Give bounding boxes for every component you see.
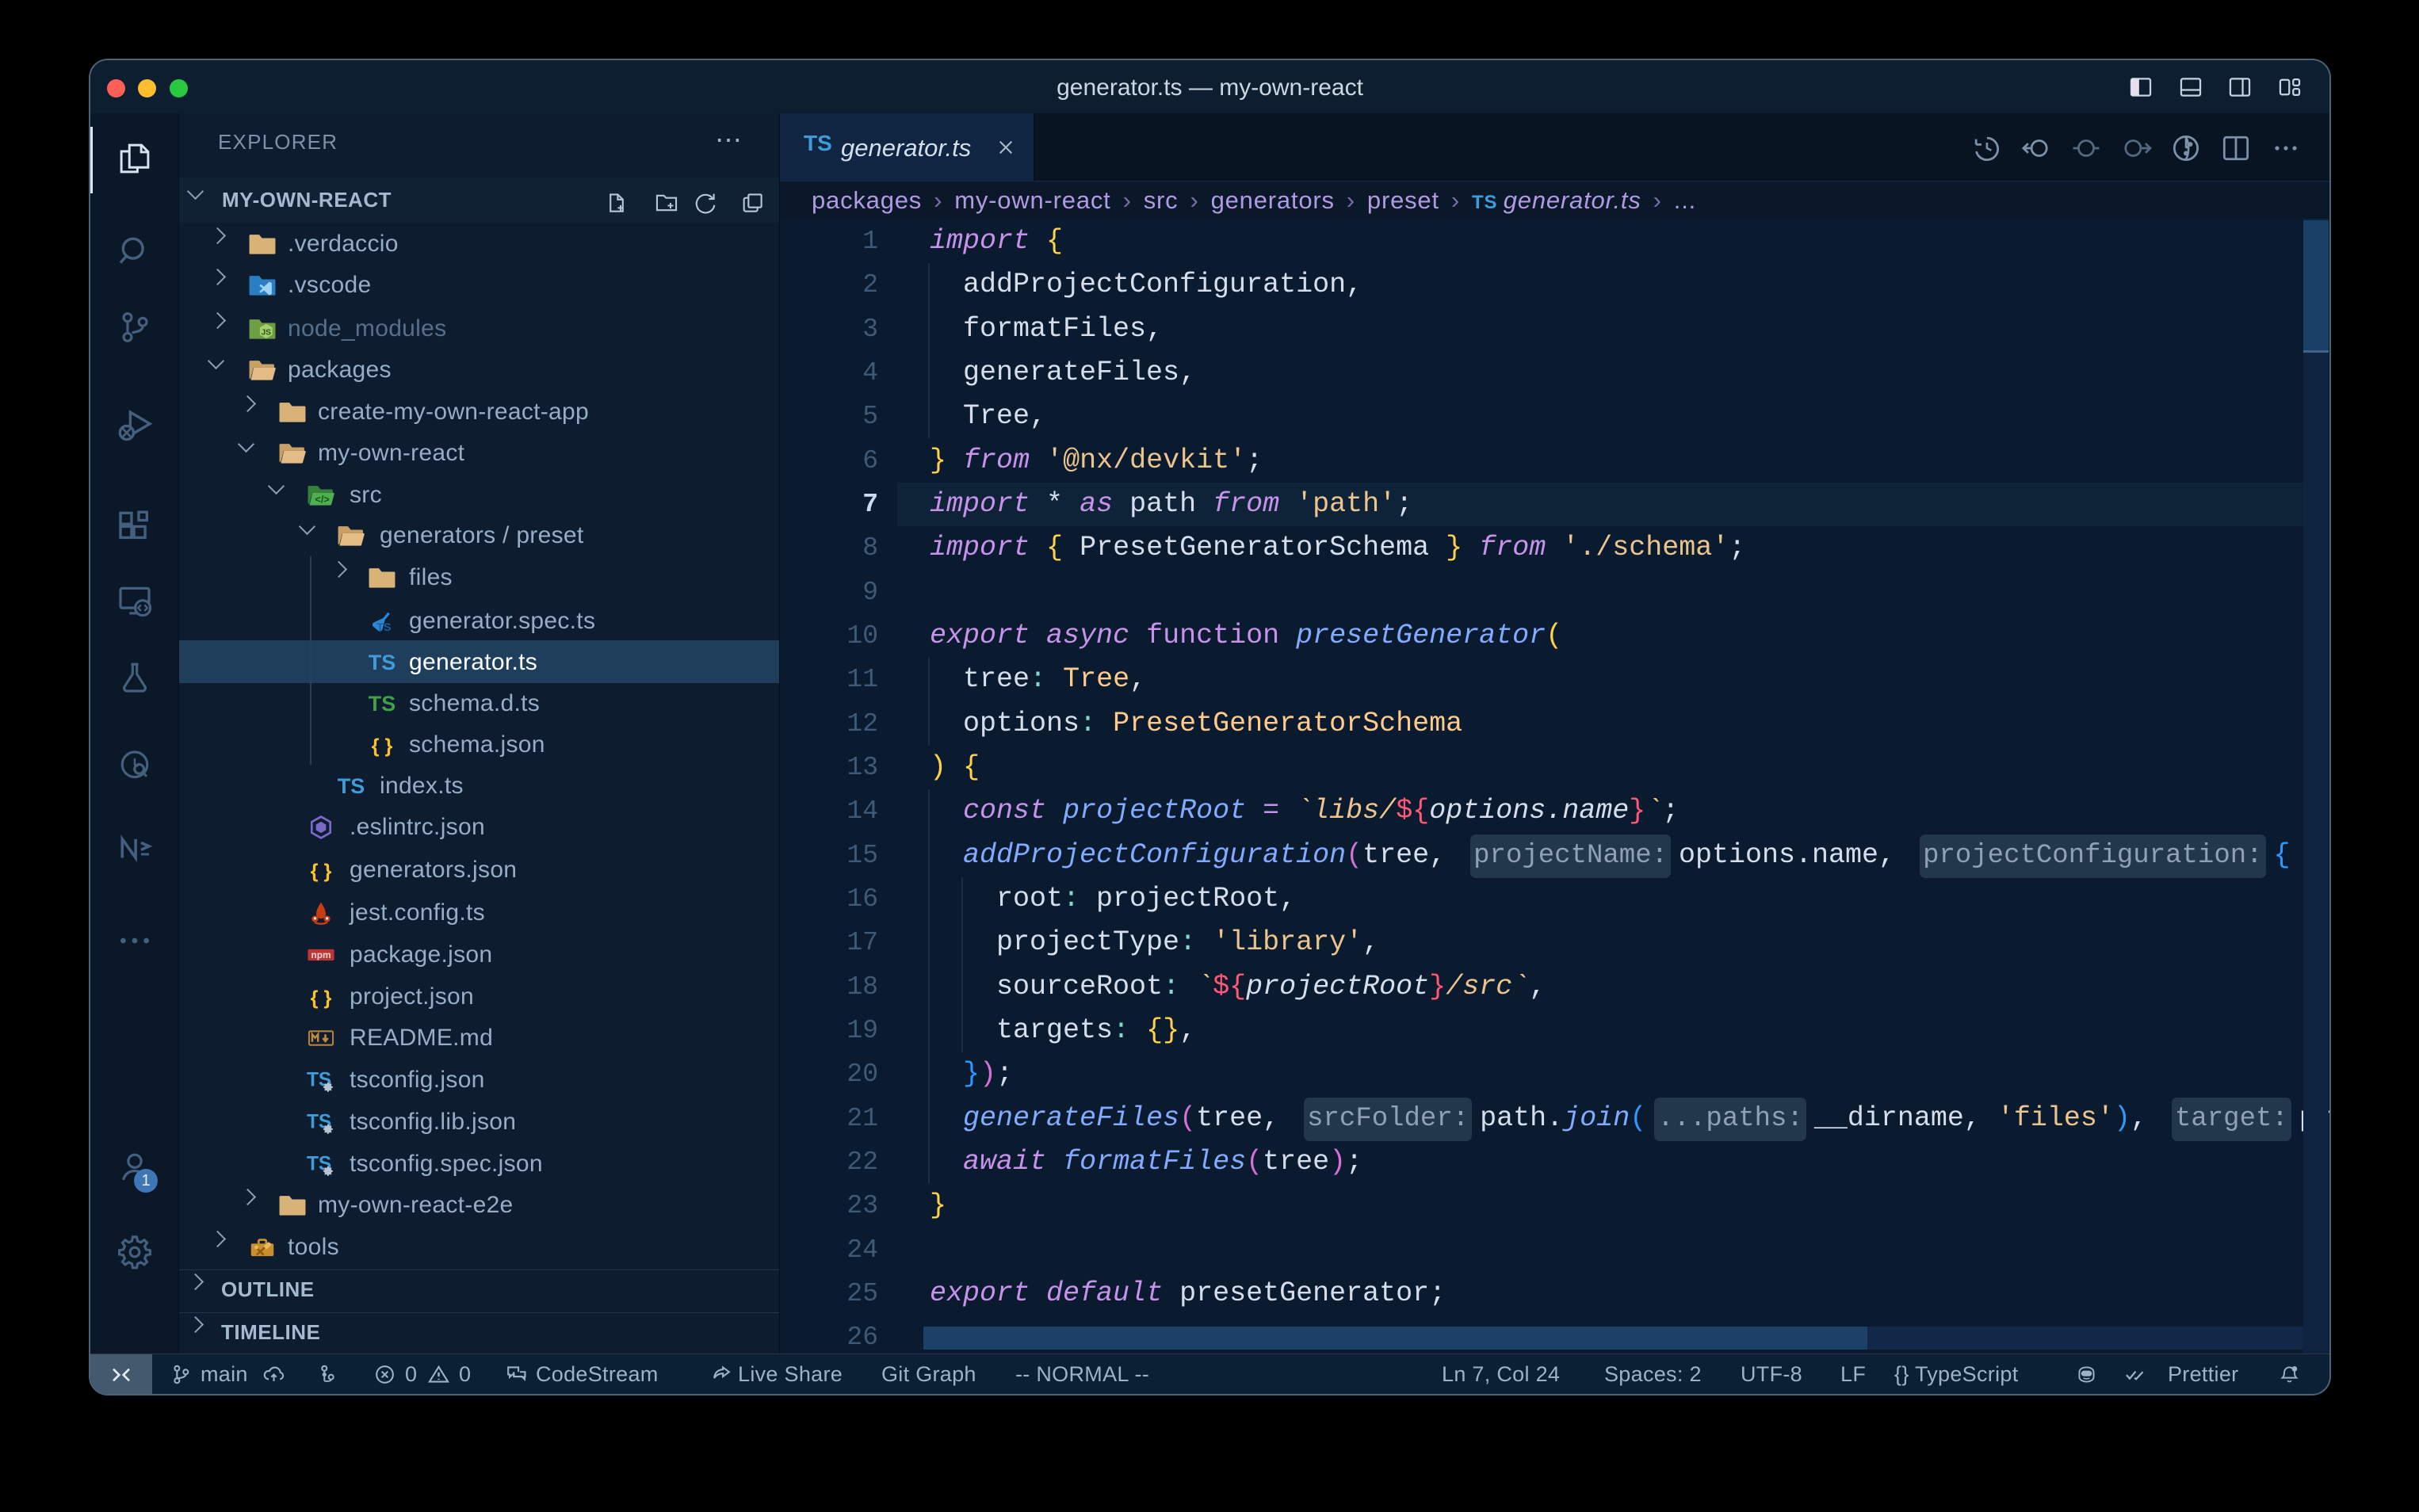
svg-text:</>: </> bbox=[315, 494, 329, 505]
svg-text:TS: TS bbox=[369, 651, 396, 674]
svg-text:TS: TS bbox=[376, 620, 391, 633]
svg-text:npm: npm bbox=[311, 949, 331, 960]
svg-text:{ }: { } bbox=[311, 987, 332, 1009]
svg-text:{ }: { } bbox=[372, 735, 393, 757]
svg-text:JS: JS bbox=[261, 328, 271, 337]
svg-text:{ }: { } bbox=[311, 860, 332, 882]
svg-text:TS: TS bbox=[338, 774, 365, 798]
svg-text:TS: TS bbox=[369, 692, 396, 716]
